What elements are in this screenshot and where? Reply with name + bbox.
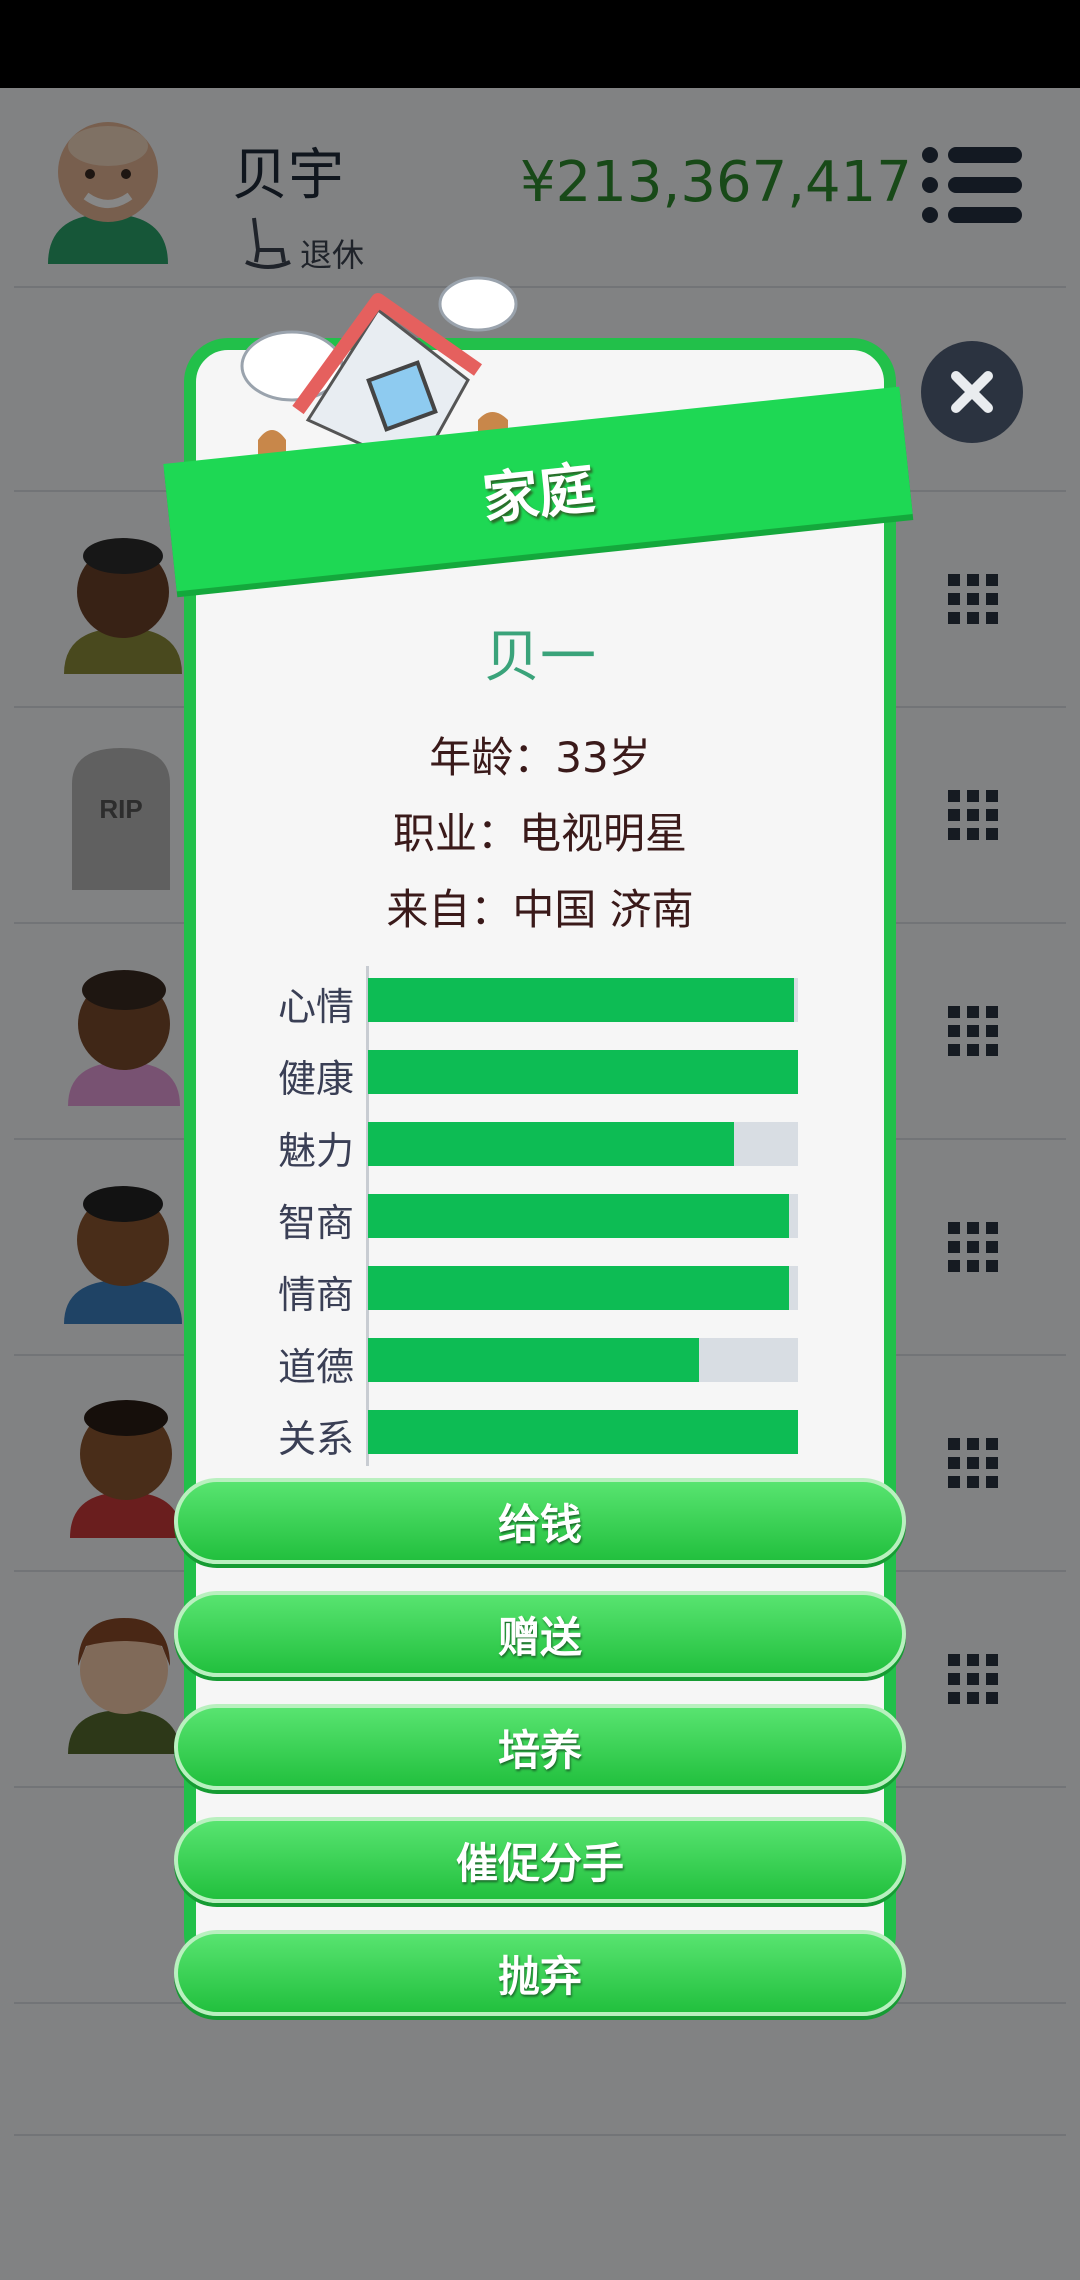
- stat-bar-fill: [368, 1194, 790, 1238]
- person-age: 年龄：33岁: [429, 733, 651, 782]
- stat-label: 情商: [277, 1273, 354, 1317]
- stat-bar-fill: [368, 1266, 790, 1310]
- close-button[interactable]: [921, 341, 1023, 443]
- person-name: 贝一: [484, 625, 596, 690]
- stat-bar-track: [368, 978, 798, 1022]
- action-button[interactable]: 抛弃: [174, 1930, 906, 2016]
- stat-label: 心情: [277, 985, 354, 1029]
- action-button[interactable]: 给钱: [174, 1478, 906, 1564]
- stat-bar-track: [368, 1122, 798, 1166]
- stat-bar-track: [368, 1338, 798, 1382]
- person-origin: 来自：中国 济南: [386, 885, 694, 934]
- stat-label: 道德: [277, 1345, 354, 1389]
- stat-bar-track: [368, 1050, 798, 1094]
- person-job: 职业：电视明星: [392, 809, 687, 858]
- action-button[interactable]: 培养: [174, 1704, 906, 1790]
- stat-label: 魅力: [277, 1129, 354, 1173]
- stat-bar-fill: [368, 1338, 700, 1382]
- action-button[interactable]: 催促分手: [174, 1817, 906, 1903]
- stat-bar-fill: [368, 1050, 798, 1094]
- stat-bar-track: [368, 1194, 798, 1238]
- stat-label: 智商: [277, 1201, 354, 1245]
- close-icon: [951, 371, 993, 413]
- stat-bar-fill: [368, 1122, 734, 1166]
- dialog-title: 家庭: [479, 455, 598, 533]
- status-bar: [0, 0, 1080, 88]
- stat-label: 健康: [277, 1057, 354, 1101]
- stat-bar-fill: [368, 1410, 798, 1454]
- stat-bar-track: [368, 1266, 798, 1310]
- stat-label: 关系: [277, 1417, 354, 1461]
- stat-bar-track: [368, 1410, 798, 1454]
- action-button[interactable]: 赠送: [174, 1591, 906, 1677]
- stat-bar-fill: [368, 978, 794, 1022]
